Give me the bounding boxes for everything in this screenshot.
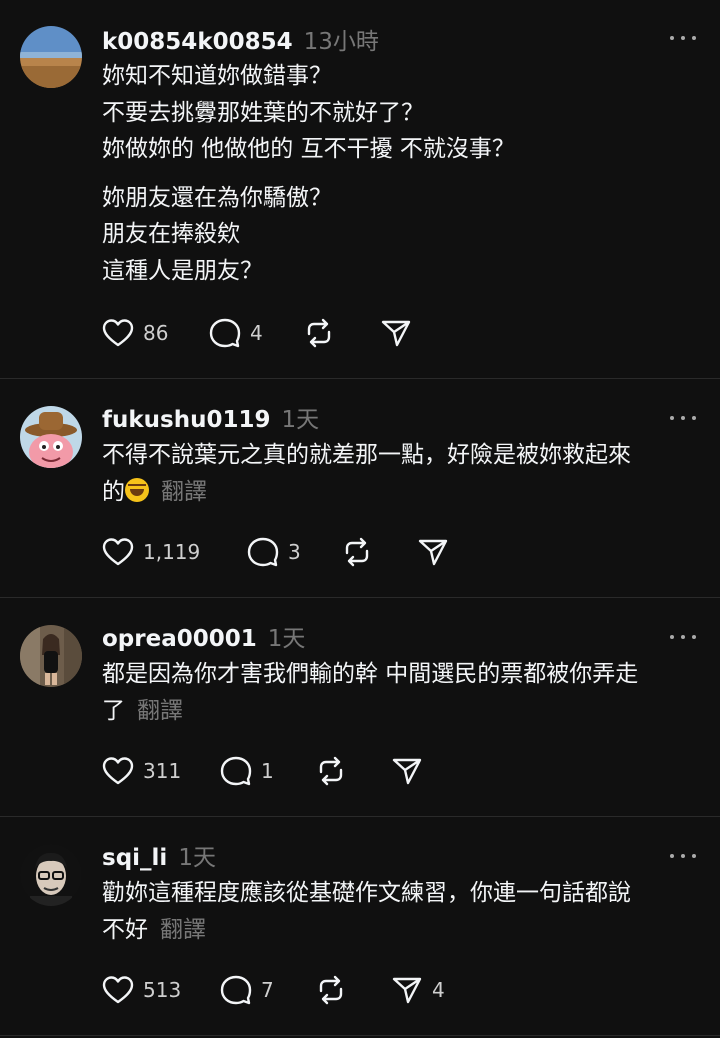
like-button[interactable]: 86 xyxy=(102,318,168,348)
repost-button[interactable] xyxy=(303,318,344,348)
post-text-line: 了翻譯 xyxy=(102,693,702,730)
reply-count: 3 xyxy=(288,540,301,564)
comment-icon xyxy=(209,318,241,348)
post-text-fragment: 了 xyxy=(102,697,125,724)
post-text-line: 不得不說葉元之真的就差那一點，好險是被妳救起來 xyxy=(102,442,631,468)
timestamp: 1天 xyxy=(178,845,216,871)
send-icon xyxy=(418,539,448,566)
heart-icon xyxy=(102,319,134,347)
thread-post: sqi_li 1天 勸妳這種程度應該從基礎作文練習，你連一句話都說 不好 翻譯 5… xyxy=(0,816,720,1036)
post-text-line: 的 翻譯 xyxy=(102,474,702,511)
post-text-fragment: 的 xyxy=(102,478,125,505)
thread-post: fukushu0119 1天 不得不說葉元之真的就差那一點，好險是被妳救起來 的… xyxy=(0,378,720,598)
heart-icon xyxy=(102,538,134,566)
send-icon xyxy=(381,320,411,347)
repost-button[interactable] xyxy=(315,975,356,1005)
repost-icon xyxy=(345,537,369,567)
share-button[interactable] xyxy=(391,756,423,786)
post-text-line: 妳做妳的 他做他的 互不干擾 不就沒事？ xyxy=(102,136,515,162)
comment-icon xyxy=(220,975,252,1005)
timestamp: 13小時 xyxy=(303,29,379,55)
like-count: 513 xyxy=(143,978,182,1002)
like-count: 86 xyxy=(143,321,169,345)
repost-icon xyxy=(319,975,343,1005)
share-button[interactable] xyxy=(417,537,449,567)
avatar[interactable] xyxy=(20,26,82,88)
comment-icon xyxy=(247,537,279,567)
thread-post: oprea00001 1天 都是因為你才害我們輸的幹 中間選民的票都被你弄走 了… xyxy=(0,597,720,817)
post-text: 都是因為你才害我們輸的幹 中間選民的票都被你弄走 了翻譯 xyxy=(102,656,702,729)
post-text-line: 妳知不知道妳做錯事？ xyxy=(102,63,332,89)
rofl-emoji-icon xyxy=(125,477,149,502)
reply-count: 4 xyxy=(250,321,263,345)
timestamp: 1天 xyxy=(267,626,306,652)
reply-button[interactable]: 3 xyxy=(247,537,301,567)
post-text-fragment: 不好 xyxy=(102,916,148,943)
username[interactable]: oprea00001 xyxy=(102,626,257,652)
username[interactable]: sqi_li xyxy=(102,845,167,871)
reply-button[interactable]: 7 xyxy=(220,975,274,1005)
post-text-line: 不好 翻譯 xyxy=(102,912,702,949)
heart-icon xyxy=(102,976,134,1004)
more-icon[interactable] xyxy=(670,633,696,641)
post-text-line: 這種人是朋友？ xyxy=(102,257,263,284)
like-button[interactable]: 311 xyxy=(102,756,181,786)
reply-count: 7 xyxy=(261,978,274,1002)
post-text: 妳知不知道妳做錯事？ 不要去挑釁那姓葉的不就好了？ 妳做妳的 他做他的 互不干擾… xyxy=(102,58,702,289)
avatar[interactable] xyxy=(20,844,82,906)
thread-post: k00854k00854 13小時 妳知不知道妳做錯事？ 不要去挑釁那姓葉的不就… xyxy=(0,0,720,379)
post-text-line: 朋友在捧殺欸 xyxy=(102,221,240,247)
avatar[interactable] xyxy=(20,625,82,687)
reply-button[interactable]: 4 xyxy=(209,318,263,348)
post-text-line: 妳朋友還在為你驕傲？ xyxy=(102,184,332,211)
like-button[interactable]: 1,119 xyxy=(102,537,200,567)
username[interactable]: fukushu0119 xyxy=(102,407,271,433)
heart-icon xyxy=(102,757,134,785)
username[interactable]: k00854k00854 xyxy=(102,29,293,55)
translate-link[interactable]: 翻譯 xyxy=(161,479,207,505)
translate-link[interactable]: 翻譯 xyxy=(160,917,206,943)
post-text-line: 勸妳這種程度應該從基礎作文練習，你連一句話都說 xyxy=(102,880,631,906)
like-count: 1,119 xyxy=(143,540,201,564)
repost-icon xyxy=(307,318,331,348)
avatar[interactable] xyxy=(20,406,82,468)
translate-link[interactable]: 翻譯 xyxy=(137,698,183,724)
like-button[interactable]: 513 xyxy=(102,975,181,1005)
send-icon xyxy=(392,977,422,1004)
more-icon[interactable] xyxy=(670,414,696,422)
comment-icon xyxy=(220,756,252,786)
like-count: 311 xyxy=(143,759,182,783)
repost-button[interactable] xyxy=(341,537,382,567)
share-button[interactable] xyxy=(380,318,412,348)
share-button[interactable]: 4 xyxy=(391,975,445,1005)
more-icon[interactable] xyxy=(670,34,696,42)
post-text-line: 都是因為你才害我們輸的幹 中間選民的票都被你弄走 xyxy=(102,661,639,687)
post-text: 不得不說葉元之真的就差那一點，好險是被妳救起來 的 翻譯 xyxy=(102,437,702,510)
reply-button[interactable]: 1 xyxy=(220,756,274,786)
post-text: 勸妳這種程度應該從基礎作文練習，你連一句話都說 不好 翻譯 xyxy=(102,875,702,948)
send-icon xyxy=(392,758,422,785)
share-count: 4 xyxy=(432,978,445,1002)
reply-count: 1 xyxy=(261,759,274,783)
timestamp: 1天 xyxy=(281,407,320,433)
repost-icon xyxy=(319,756,343,786)
repost-button[interactable] xyxy=(315,756,356,786)
more-icon[interactable] xyxy=(670,852,696,860)
post-text-line: 不要去挑釁那姓葉的不就好了？ xyxy=(102,99,424,126)
